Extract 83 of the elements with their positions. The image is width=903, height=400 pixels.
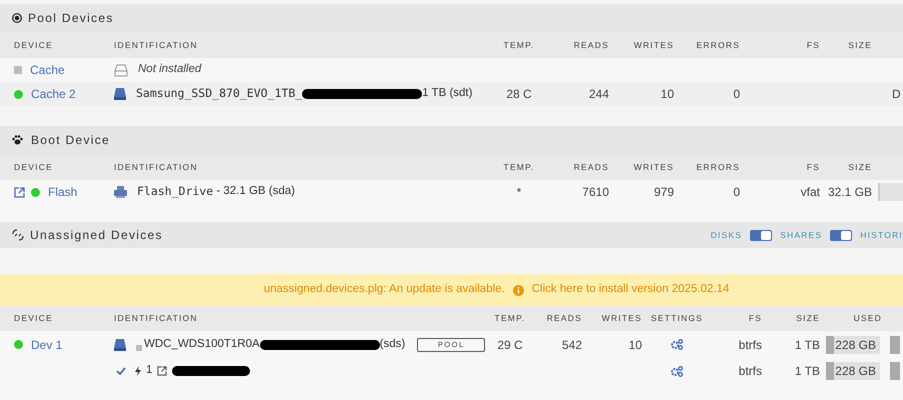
external-link-icon[interactable] (157, 366, 168, 376)
info-icon (512, 284, 524, 296)
section-title: Unassigned Devices (30, 227, 163, 244)
device-name: Not installed (138, 62, 202, 78)
table-cell-text: 1 TB (794, 336, 820, 354)
column-header: FS (806, 38, 820, 52)
table-cell-text: 32.1 GB (826, 184, 872, 201)
device-detail: 1 TB (sdt) (422, 86, 472, 102)
external-link-icon[interactable] (14, 186, 25, 198)
column-header: TEMP. (502, 38, 536, 52)
usage-bar (890, 336, 900, 354)
device-link[interactable]: Flash (48, 183, 78, 201)
column-header: TEMP. (494, 312, 526, 325)
table-cell-text: * (516, 184, 522, 201)
device-link[interactable]: Dev 1 (31, 336, 62, 354)
table-cell-text: 0 (732, 184, 740, 201)
table-cell-text: 979 (652, 184, 674, 201)
partition-icon (136, 344, 142, 350)
drive-icon (114, 338, 126, 350)
column-header: WRITES (600, 312, 642, 325)
column-header: IDENTIFICATION (114, 160, 199, 174)
usage-bar (890, 362, 900, 380)
column-header: READS (572, 160, 609, 174)
lightning-icon (135, 366, 141, 376)
column-header: TEMP. (502, 160, 536, 174)
column-header: IDENTIFICATION (114, 38, 199, 52)
column-header: READS (572, 38, 609, 52)
partition-number: 1 (146, 363, 152, 378)
column-header: READS (546, 312, 582, 325)
table-cell-text: 29 C (496, 336, 524, 354)
column-header: USED (852, 312, 882, 325)
install-update-link[interactable]: Click here to install version 2025.02.14 (532, 281, 730, 299)
table-cell-text: 7610 (581, 184, 609, 201)
usb-drive-icon (114, 186, 127, 198)
device-detail: - 32.1 GB (sda) (215, 184, 295, 200)
table-cell-text: 10 (628, 336, 642, 354)
toggle-label: HISTORI (860, 228, 903, 242)
unlink-icon (12, 229, 24, 241)
device-link[interactable]: Cache 2 (31, 85, 76, 103)
update-message: unassigned.devices.plg: An update is available. (264, 282, 505, 298)
settings-icon[interactable] (671, 339, 683, 350)
device-name: Samsung_SSD_870_EVO_1TB_ (136, 85, 302, 102)
table-cell-text: vfat (800, 184, 820, 201)
table-cell-text: 1 TB (794, 363, 820, 380)
table-cell-text: 0 (732, 86, 740, 103)
column-header: SETTINGS (650, 312, 704, 325)
column-header: IDENTIFICATION (114, 312, 199, 325)
section-title: Boot Device (31, 132, 110, 149)
target-icon (12, 13, 22, 23)
toggle-switch[interactable] (750, 230, 772, 240)
empty-drive-icon (114, 64, 128, 76)
column-header: SIZE (847, 38, 872, 52)
table-cell-text: 244 (588, 86, 609, 103)
column-header: ERRORS (695, 160, 740, 174)
paw-icon (12, 135, 23, 145)
column-header: FS (806, 160, 820, 174)
settings-icon[interactable] (671, 366, 683, 376)
device-name: WDC_WDS100T1R0A (144, 336, 260, 352)
toggle-label: DISKS (710, 228, 742, 242)
toggle-switch[interactable] (830, 230, 852, 240)
column-header: SIZE (847, 160, 872, 174)
column-header: FS (748, 312, 762, 325)
used-bar: 228 GB (826, 362, 880, 380)
table-cell-text: btrfs (738, 336, 762, 354)
table-cell-text: 542 (560, 336, 582, 354)
toggle-label: SHARES (780, 228, 822, 242)
table-cell-text: btrfs (738, 363, 762, 380)
device-link[interactable]: Cache (30, 61, 65, 79)
column-header: WRITES (632, 38, 674, 52)
column-header: WRITES (632, 160, 674, 174)
used-bar: 228 GB (826, 336, 880, 354)
column-header: ERRORS (695, 38, 740, 52)
table-cell-text: D (892, 86, 901, 103)
drive-icon (114, 88, 126, 100)
device-detail: (sds) (380, 336, 406, 352)
column-header: SIZE (795, 312, 820, 325)
column-header: DEVICE (14, 38, 54, 52)
column-header: DEVICE (14, 312, 54, 325)
table-cell-text: 28 C (505, 86, 533, 103)
table-cell-text: 10 (660, 86, 674, 103)
column-header: DEVICE (14, 160, 54, 174)
section-title: Pool Devices (28, 10, 114, 27)
device-name: Flash_Drive (137, 183, 214, 200)
